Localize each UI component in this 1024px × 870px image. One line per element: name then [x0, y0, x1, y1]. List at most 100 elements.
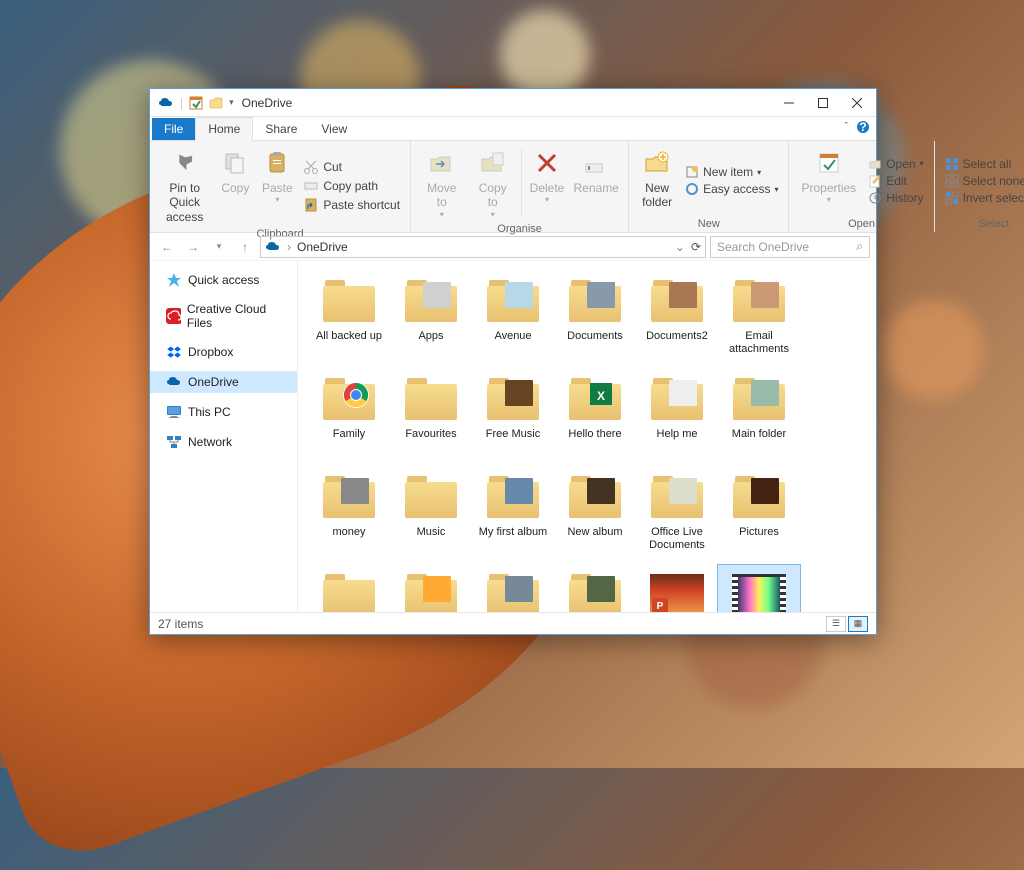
item-label: Family	[333, 428, 365, 441]
tab-home[interactable]: Home	[195, 117, 253, 141]
onedrive-icon	[158, 95, 174, 111]
details-view-button[interactable]: ☰	[826, 616, 846, 632]
file-item[interactable]: PMobile presentation.pptx	[636, 565, 718, 612]
item-label: New album	[567, 526, 622, 539]
address-dropdown-icon[interactable]: ⌄	[675, 240, 685, 254]
collapse-ribbon-icon[interactable]: ˆ	[844, 121, 848, 133]
up-button[interactable]: ↑	[234, 236, 256, 258]
edit-button[interactable]: Edit	[864, 173, 927, 189]
folder-item[interactable]: Videos	[554, 565, 636, 612]
new-folder-button[interactable]: New folder	[635, 145, 679, 216]
maximize-button[interactable]	[806, 89, 840, 116]
titlebar[interactable]: | ▾ OneDrive	[150, 89, 876, 117]
folder-item[interactable]: Free Music	[472, 369, 554, 467]
item-label: Email attachments	[720, 330, 798, 355]
folder-item[interactable]: Documents	[554, 271, 636, 369]
group-select-label: Select	[941, 216, 1024, 232]
move-to-button[interactable]: Move to▾	[417, 145, 467, 221]
folder-item[interactable]: Music	[390, 467, 472, 565]
easy-access-button[interactable]: Easy access ▾	[681, 181, 782, 197]
nav-this-pc[interactable]: This PC	[150, 401, 297, 423]
item-label: Music	[417, 526, 446, 539]
item-label: Help me	[657, 428, 698, 441]
item-label: Apps	[418, 330, 443, 343]
tab-file[interactable]: File	[152, 118, 195, 140]
folder-item[interactable]: All backed up	[308, 271, 390, 369]
item-label: Documents	[567, 330, 623, 343]
copy-button[interactable]: Copy	[215, 145, 255, 226]
help-icon[interactable]: ?	[856, 120, 870, 134]
close-button[interactable]	[840, 89, 874, 116]
item-label: All backed up	[316, 330, 382, 343]
item-label: Hello there	[568, 428, 621, 441]
folder-item[interactable]: Avenue	[472, 271, 554, 369]
folder-item[interactable]: Office Live Documents	[636, 467, 718, 565]
qat-folder-icon[interactable]	[209, 96, 223, 110]
tab-view[interactable]: View	[309, 118, 359, 140]
item-label: Documents2	[646, 330, 708, 343]
onedrive-icon	[265, 239, 281, 255]
open-button[interactable]: Open ▾	[864, 156, 927, 172]
minimize-button[interactable]	[772, 89, 806, 116]
icons-view-button[interactable]: ▦	[848, 616, 868, 632]
nav-network[interactable]: Network	[150, 431, 297, 453]
folder-item[interactable]: Family	[308, 369, 390, 467]
qat-properties-icon[interactable]	[189, 96, 203, 110]
folder-item[interactable]: Pictures	[718, 467, 800, 565]
folder-item[interactable]: Email attachments	[718, 271, 800, 369]
properties-button[interactable]: Properties▾	[795, 145, 862, 216]
folder-item[interactable]: Documents2	[636, 271, 718, 369]
new-item-button[interactable]: New item ▾	[681, 164, 782, 180]
refresh-icon[interactable]: ⟳	[691, 240, 701, 254]
nav-onedrive[interactable]: OneDrive	[150, 371, 297, 393]
folder-item[interactable]: Sydney trip	[472, 565, 554, 612]
folder-item[interactable]: Public	[308, 565, 390, 612]
copy-path-button[interactable]: Copy path	[299, 177, 404, 195]
file-grid[interactable]: All backed up Apps Avenue Documents Document…	[298, 261, 876, 612]
copy-to-button[interactable]: Copy to▾	[469, 145, 517, 221]
folder-item[interactable]: Apps	[390, 271, 472, 369]
item-label: My first album	[479, 526, 547, 539]
nav-creative-cloud[interactable]: Creative Cloud Files	[150, 299, 297, 333]
svg-text:X: X	[597, 389, 605, 403]
folder-item[interactable]: X Hello there	[554, 369, 636, 467]
history-button[interactable]: History	[864, 190, 927, 206]
group-open-label: Open	[795, 216, 927, 232]
tab-share[interactable]: Share	[253, 118, 309, 140]
item-label: Office Live Documents	[638, 526, 716, 551]
address-bar[interactable]: › OneDrive ⌄ ⟳	[260, 236, 706, 258]
status-bar: 27 items ☰ ▦	[150, 612, 876, 634]
breadcrumb[interactable]: OneDrive	[297, 240, 348, 254]
back-button[interactable]: ←	[156, 236, 178, 258]
file-item[interactable]: NyanGareth H264 90m FHD.mp4	[718, 565, 800, 612]
nav-quick-access[interactable]: Quick access	[150, 269, 297, 291]
invert-selection-button[interactable]: Invert selection	[941, 190, 1024, 206]
item-label: Avenue	[494, 330, 531, 343]
select-all-button[interactable]: Select all	[941, 156, 1024, 172]
item-label: Pictures	[739, 526, 779, 539]
folder-item[interactable]: Help me	[636, 369, 718, 467]
search-icon: ⌕	[856, 239, 863, 254]
pin-to-quick-access-button[interactable]: Pin to Quick access	[156, 145, 213, 226]
folder-item[interactable]: Rubbish	[390, 565, 472, 612]
paste-shortcut-button[interactable]: Paste shortcut	[299, 196, 404, 214]
group-new-label: New	[635, 216, 782, 232]
delete-button[interactable]: Delete▾	[526, 145, 568, 221]
nav-dropbox[interactable]: Dropbox	[150, 341, 297, 363]
folder-item[interactable]: New album	[554, 467, 636, 565]
rename-button[interactable]: Rename	[570, 145, 622, 221]
cut-button[interactable]: Cut	[299, 158, 404, 176]
select-none-button[interactable]: Select none	[941, 173, 1024, 189]
folder-item[interactable]: Main folder	[718, 369, 800, 467]
item-count: 27 items	[158, 617, 203, 631]
folder-item[interactable]: money	[308, 467, 390, 565]
folder-item[interactable]: My first album	[472, 467, 554, 565]
recent-dropdown[interactable]: ▾	[208, 236, 230, 258]
folder-item[interactable]: Favourites	[390, 369, 472, 467]
qat-dropdown-icon[interactable]: ▾	[229, 97, 234, 108]
address-bar-row: ← → ▾ ↑ › OneDrive ⌄ ⟳ Search OneDrive ⌕	[150, 233, 876, 261]
search-input[interactable]: Search OneDrive ⌕	[710, 236, 870, 258]
item-label: Favourites	[405, 428, 456, 441]
paste-button[interactable]: Paste▾	[257, 145, 297, 226]
forward-button[interactable]: →	[182, 236, 204, 258]
